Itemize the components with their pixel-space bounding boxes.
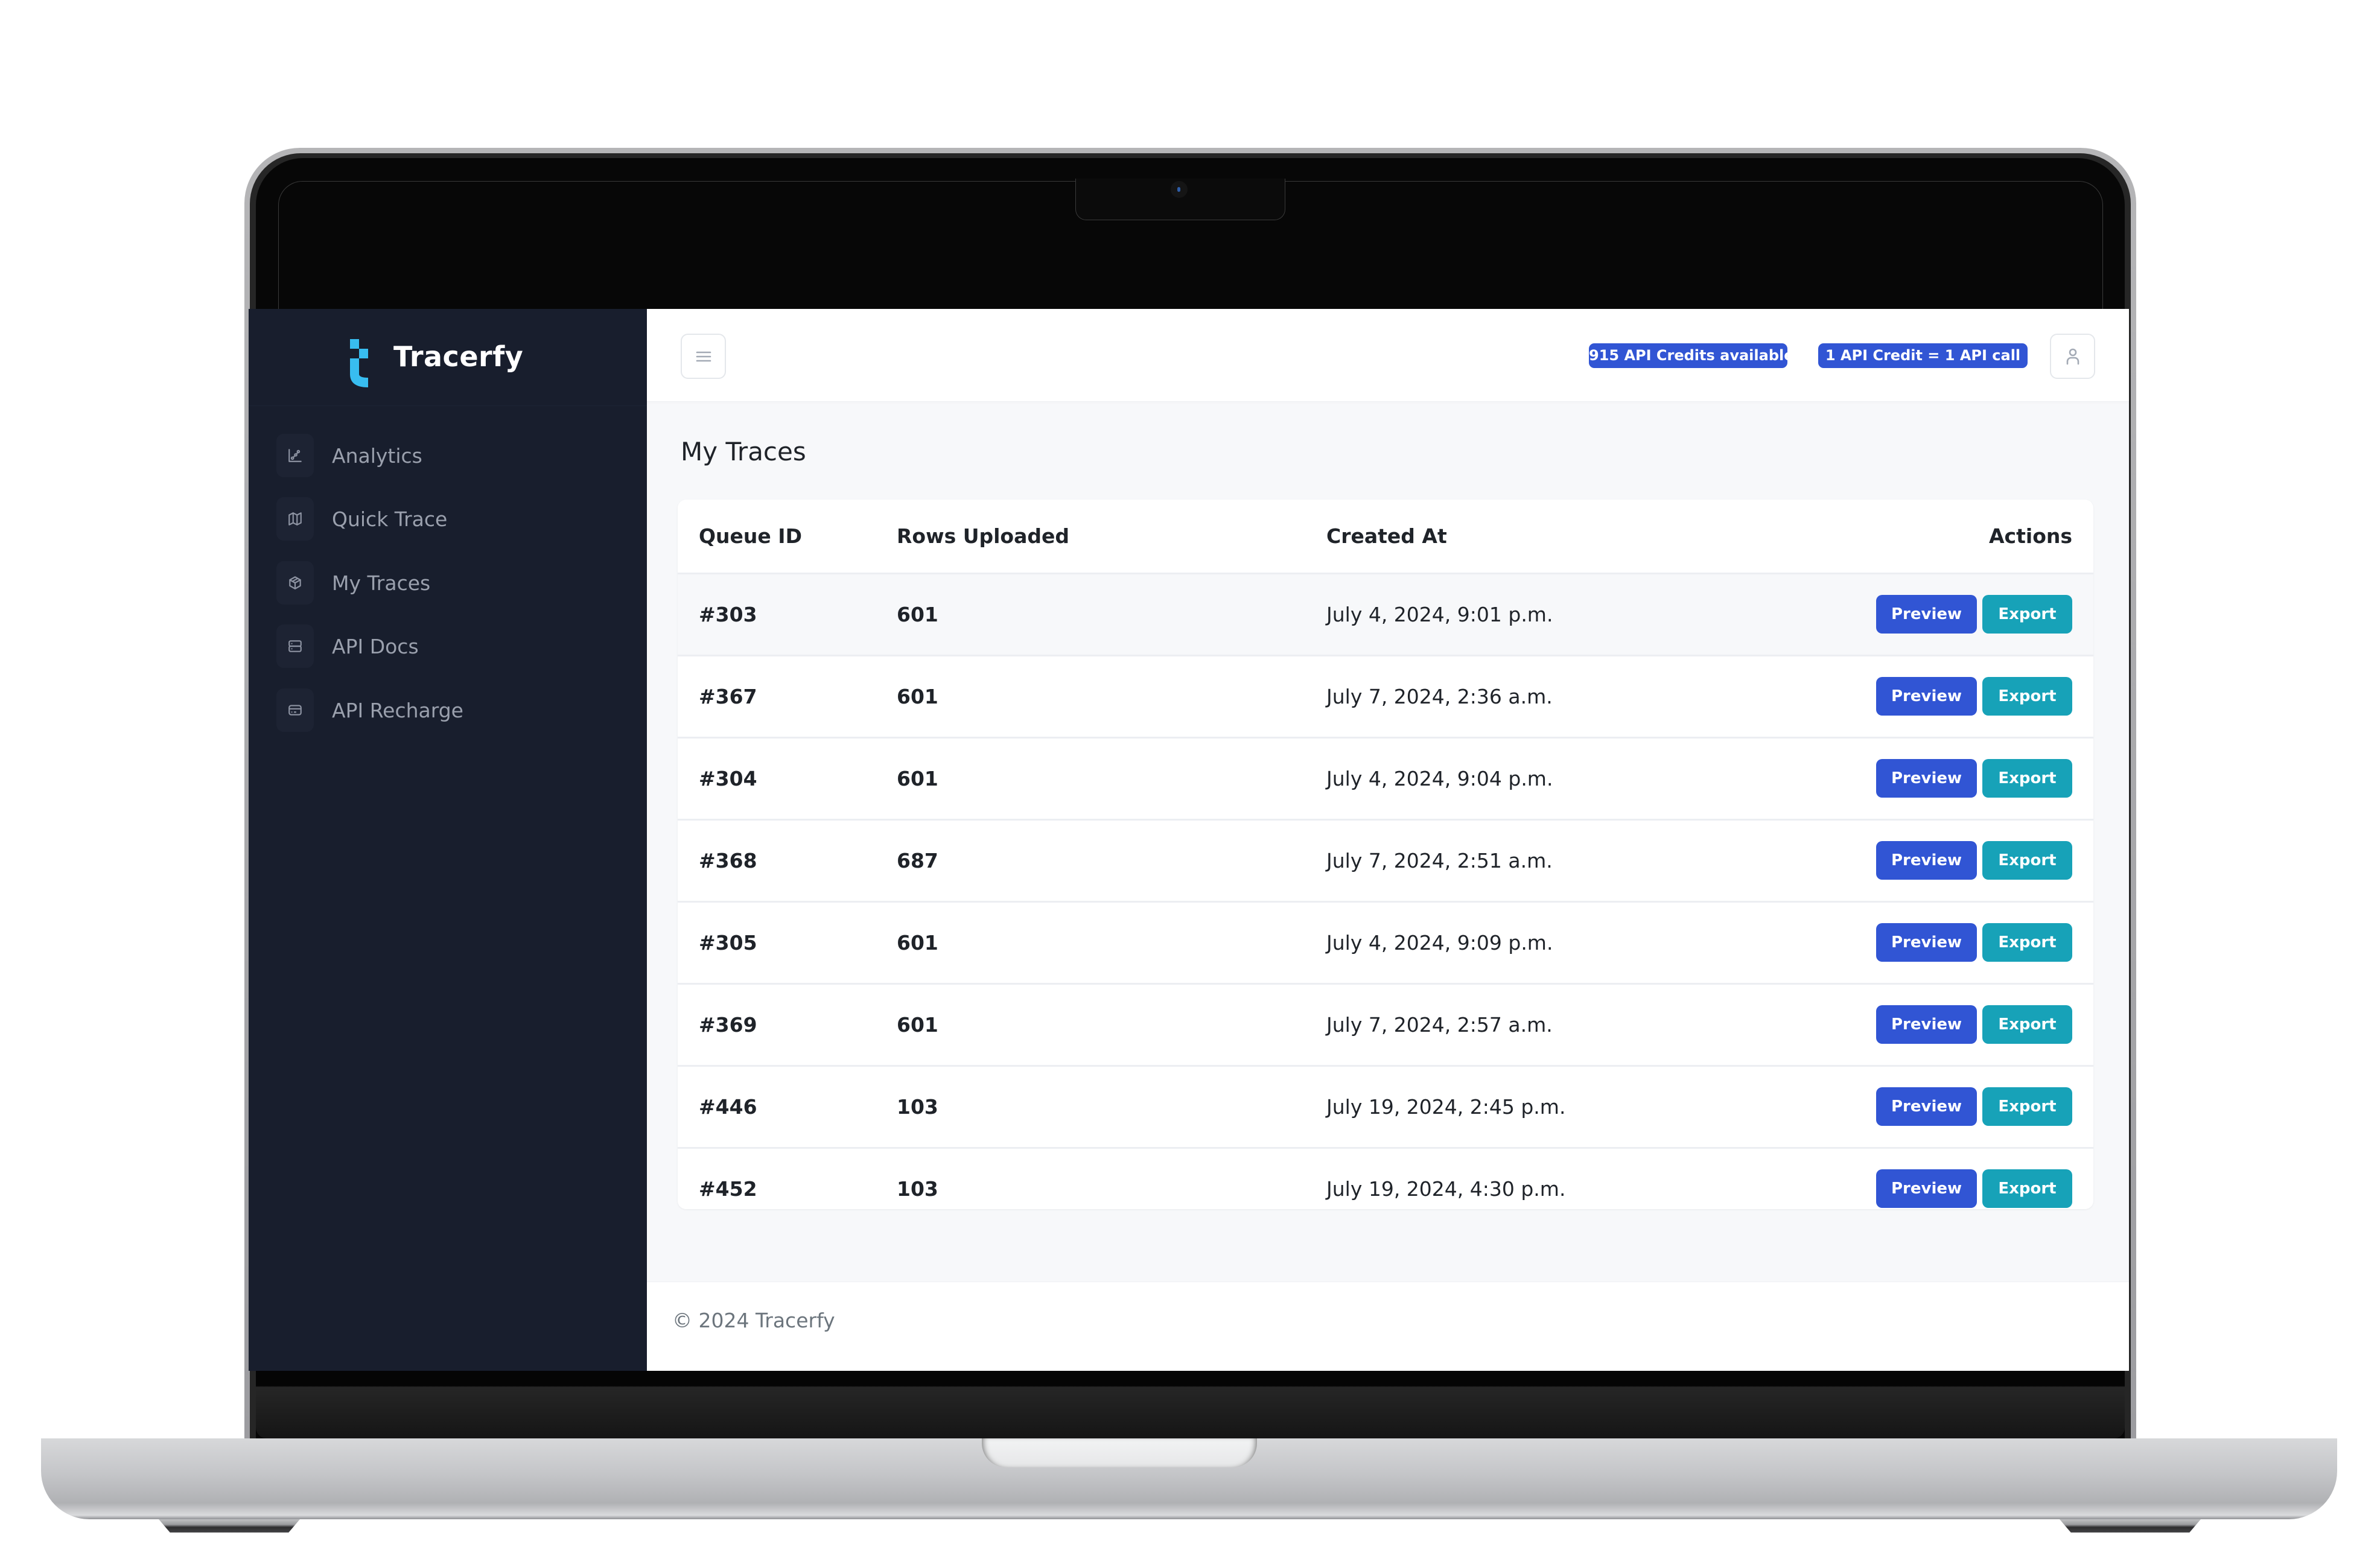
traces-table-card: Queue ID Rows Uploaded Created At Action… [678, 500, 2093, 1209]
table-row: #305 601 July 4, 2024, 9:09 p.m. Preview Exp… [678, 903, 2093, 985]
rows-uploaded-cell: 601 [897, 685, 938, 708]
laptop-chin [256, 1370, 2125, 1438]
api-rate-badge: 1 API Credit = 1 API call [1818, 343, 2028, 368]
hamburger-menu-icon [696, 351, 711, 361]
table-row: #367 601 July 7, 2024, 2:36 a.m. Preview Exp… [678, 656, 2093, 739]
created-at-cell: July 4, 2024, 9:04 p.m. [1326, 767, 1553, 790]
sidebar-item-label: Analytics [332, 443, 422, 468]
queue-id-cell: #303 [699, 603, 757, 626]
menu-toggle-button[interactable] [681, 334, 726, 379]
row-actions: Preview Export [1876, 1005, 2072, 1044]
main-content: 915 API Credits available 1 API Credit =… [647, 309, 2129, 1371]
map-icon [276, 497, 314, 541]
queue-id-cell: #368 [699, 849, 757, 872]
sidebar-item-my-traces[interactable]: My Traces [276, 561, 626, 605]
preview-button[interactable]: Preview [1876, 759, 1977, 798]
preview-button[interactable]: Preview [1876, 1005, 1977, 1044]
sidebar-item-api-recharge[interactable]: API Recharge [276, 688, 626, 732]
column-header-actions: Actions [1989, 524, 2072, 548]
table-body: #303 601 July 4, 2024, 9:01 p.m. Preview Exp… [678, 574, 2093, 1209]
laptop-thumb-notch [982, 1438, 1257, 1467]
laptop-foot-left [159, 1519, 300, 1533]
sidebar-item-quick-trace[interactable]: Quick Trace [276, 497, 626, 541]
export-button[interactable]: Export [1982, 1169, 2072, 1208]
export-button[interactable]: Export [1982, 759, 2072, 798]
queue-id-cell: #446 [699, 1095, 757, 1119]
export-button[interactable]: Export [1982, 677, 2072, 716]
created-at-cell: July 4, 2024, 9:09 p.m. [1326, 931, 1553, 955]
api-credits-badge: 915 API Credits available [1589, 343, 1794, 368]
rows-uploaded-cell: 601 [897, 1013, 938, 1037]
export-button[interactable]: Export [1982, 841, 2072, 880]
export-button[interactable]: Export [1982, 923, 2072, 962]
queue-id-cell: #367 [699, 685, 757, 708]
created-at-cell: July 19, 2024, 4:30 p.m. [1326, 1177, 1566, 1201]
chart-analytics-icon [276, 434, 314, 477]
preview-button[interactable]: Preview [1876, 1087, 1977, 1126]
table-row: #303 601 July 4, 2024, 9:01 p.m. Preview Exp… [678, 574, 2093, 656]
rows-uploaded-cell: 601 [897, 603, 938, 626]
rows-uploaded-cell: 601 [897, 931, 938, 955]
export-button[interactable]: Export [1982, 595, 2072, 634]
created-at-cell: July 7, 2024, 2:51 a.m. [1326, 849, 1553, 872]
sidebar-item-label: API Recharge [332, 698, 463, 722]
export-button[interactable]: Export [1982, 1005, 2072, 1044]
created-at-cell: July 4, 2024, 9:01 p.m. [1326, 603, 1553, 626]
column-header-queue-id[interactable]: Queue ID [699, 500, 802, 573]
rows-uploaded-cell: 687 [897, 849, 938, 872]
app-screen: Tracerfy Analytics Quick Trace My Traces… [249, 309, 2129, 1371]
sidebar-item-label: My Traces [332, 571, 431, 595]
row-actions: Preview Export [1876, 677, 2072, 716]
rows-uploaded-cell: 103 [897, 1095, 938, 1119]
row-actions: Preview Export [1876, 1087, 2072, 1126]
copyright-text: © 2024 Tracerfy [672, 1309, 835, 1332]
preview-button[interactable]: Preview [1876, 595, 1977, 634]
row-actions: Preview Export [1876, 595, 2072, 634]
sidebar-item-label: Quick Trace [332, 507, 448, 531]
footer: © 2024 Tracerfy [647, 1282, 2129, 1371]
brand-name: Tracerfy [393, 340, 524, 373]
table-row: #368 687 July 7, 2024, 2:51 a.m. Preview Exp… [678, 821, 2093, 903]
row-actions: Preview Export [1876, 1169, 2072, 1208]
export-button[interactable]: Export [1982, 1087, 2072, 1126]
box-icon [276, 561, 314, 605]
credit-card-icon [276, 688, 314, 732]
queue-id-cell: #305 [699, 931, 757, 955]
created-at-cell: July 7, 2024, 2:36 a.m. [1326, 685, 1553, 708]
page-title: My Traces [681, 437, 806, 466]
table-row: #452 103 July 19, 2024, 4:30 p.m. Preview Ex… [678, 1149, 2093, 1209]
queue-id-cell: #304 [699, 767, 757, 790]
table-row: #304 601 July 4, 2024, 9:04 p.m. Preview Exp… [678, 739, 2093, 821]
column-header-rows-uploaded[interactable]: Rows Uploaded [897, 500, 1069, 573]
top-navbar: 915 API Credits available 1 API Credit =… [647, 309, 2129, 402]
sidebar-item-label: API Docs [332, 634, 419, 658]
column-header-created-at[interactable]: Created At [1326, 500, 1447, 573]
user-icon [2066, 348, 2079, 364]
table-row: #446 103 July 19, 2024, 2:45 p.m. Preview Ex… [678, 1067, 2093, 1149]
row-actions: Preview Export [1876, 759, 2072, 798]
queue-id-cell: #452 [699, 1177, 757, 1201]
server-icon [276, 624, 314, 668]
rows-uploaded-cell: 103 [897, 1177, 938, 1201]
preview-button[interactable]: Preview [1876, 1169, 1977, 1208]
preview-button[interactable]: Preview [1876, 923, 1977, 962]
laptop-foot-right [2060, 1519, 2201, 1533]
tracerfy-logo-icon [350, 339, 368, 387]
sidebar: Tracerfy Analytics Quick Trace My Traces… [249, 309, 647, 1371]
row-actions: Preview Export [1876, 841, 2072, 880]
preview-button[interactable]: Preview [1876, 677, 1977, 716]
brand[interactable]: Tracerfy [249, 309, 647, 406]
preview-button[interactable]: Preview [1876, 841, 1977, 880]
sidebar-item-analytics[interactable]: Analytics [276, 434, 626, 477]
camera-icon [1171, 181, 1188, 198]
created-at-cell: July 19, 2024, 2:45 p.m. [1326, 1095, 1566, 1119]
sidebar-item-api-docs[interactable]: API Docs [276, 624, 626, 668]
table-row: #369 601 July 7, 2024, 2:57 a.m. Preview Exp… [678, 985, 2093, 1067]
rows-uploaded-cell: 601 [897, 767, 938, 790]
row-actions: Preview Export [1876, 923, 2072, 962]
user-menu-button[interactable] [2050, 334, 2095, 379]
queue-id-cell: #369 [699, 1013, 757, 1037]
table-header: Queue ID Rows Uploaded Created At Action… [678, 500, 2093, 574]
created-at-cell: July 7, 2024, 2:57 a.m. [1326, 1013, 1553, 1037]
